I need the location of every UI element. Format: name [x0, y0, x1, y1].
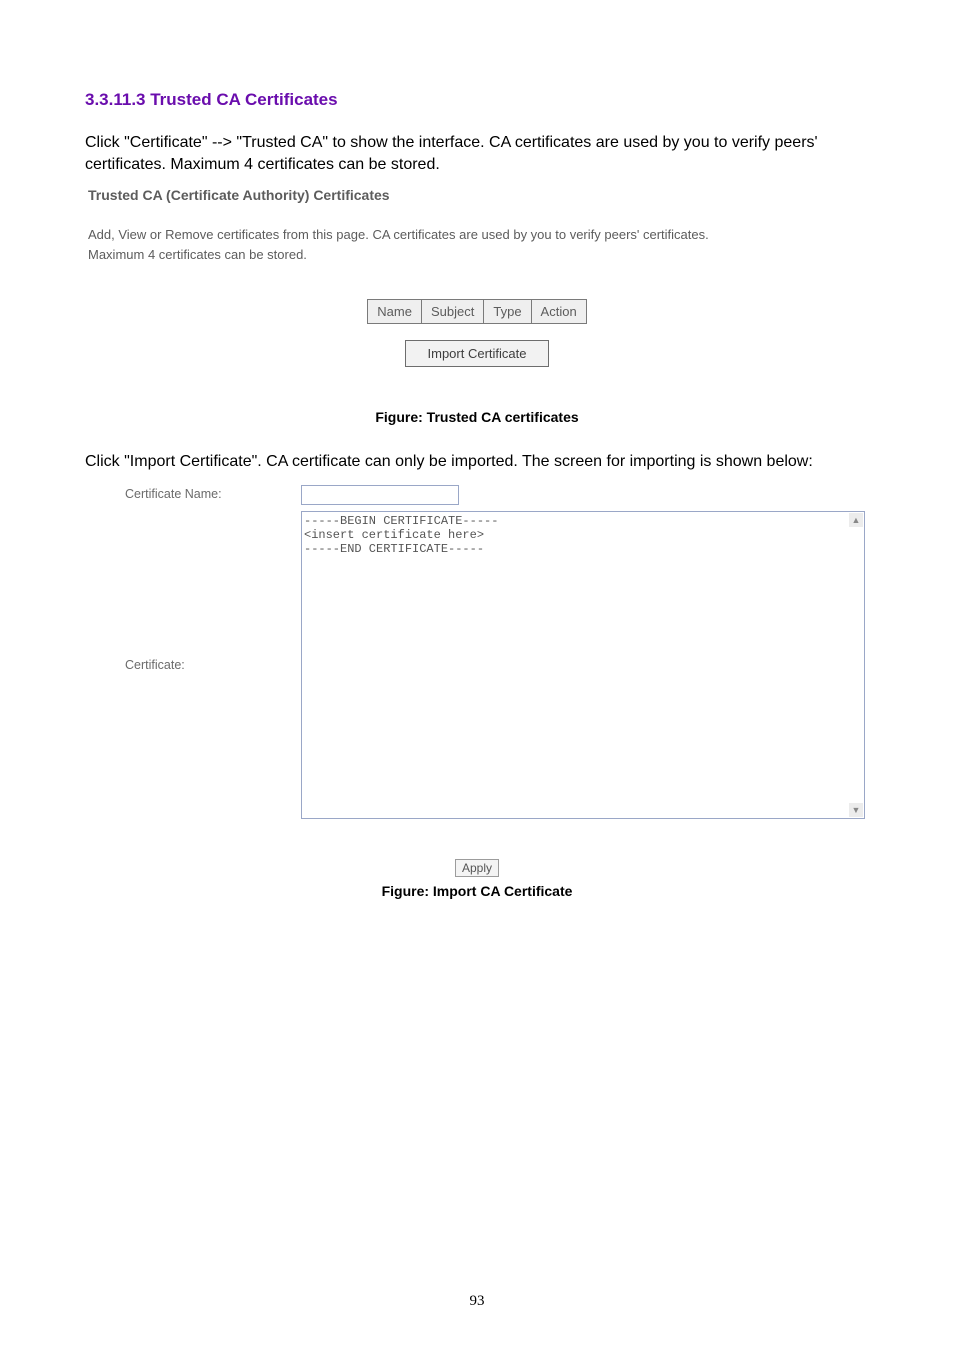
import-ca-screenshot: Certificate Name: Certificate: ▲ ▼ Apply: [85, 485, 869, 877]
cert-name-row: Certificate Name:: [85, 485, 869, 505]
col-name: Name: [368, 300, 422, 324]
cert-table-header-row: Name Subject Type Action: [368, 300, 586, 324]
document-page: 3.3.11.3 Trusted CA Certificates Click "…: [0, 0, 954, 1350]
import-button-wrap: Import Certificate: [85, 340, 869, 367]
intro-paragraph: Click "Certificate" --> "Trusted CA" to …: [85, 132, 869, 175]
col-type: Type: [484, 300, 531, 324]
section-heading: 3.3.11.3 Trusted CA Certificates: [85, 90, 869, 110]
cert-table-wrap: Name Subject Type Action: [85, 299, 869, 324]
trusted-ca-screenshot: Trusted CA (Certificate Authority) Certi…: [85, 187, 869, 367]
cert-table: Name Subject Type Action: [367, 299, 586, 324]
import-certificate-button[interactable]: Import Certificate: [405, 340, 550, 367]
col-subject: Subject: [421, 300, 483, 324]
cert-body-label: Certificate:: [85, 658, 301, 672]
cert-body-row: Certificate: ▲ ▼: [85, 511, 869, 819]
cert-textarea[interactable]: [302, 512, 850, 818]
screenshot-subhead: Trusted CA (Certificate Authority) Certi…: [88, 187, 869, 203]
cert-name-label: Certificate Name:: [85, 485, 301, 501]
scroll-down-icon[interactable]: ▼: [849, 803, 863, 817]
cert-textarea-wrap: ▲ ▼: [301, 511, 865, 819]
page-number: 93: [0, 1293, 954, 1310]
mid-paragraph: Click "Import Certificate". CA certifica…: [85, 451, 869, 473]
screenshot-desc-line2: Maximum 4 certificates can be stored.: [88, 247, 307, 262]
col-action: Action: [531, 300, 586, 324]
scroll-up-icon[interactable]: ▲: [849, 513, 863, 527]
cert-name-input[interactable]: [301, 485, 459, 505]
screenshot-desc-line1: Add, View or Remove certificates from th…: [88, 227, 709, 242]
screenshot-desc: Add, View or Remove certificates from th…: [88, 225, 869, 265]
apply-button[interactable]: Apply: [455, 859, 499, 877]
apply-button-wrap: Apply: [85, 859, 869, 877]
figure2-caption: Figure: Import CA Certificate: [85, 883, 869, 899]
figure1-caption: Figure: Trusted CA certificates: [85, 409, 869, 425]
